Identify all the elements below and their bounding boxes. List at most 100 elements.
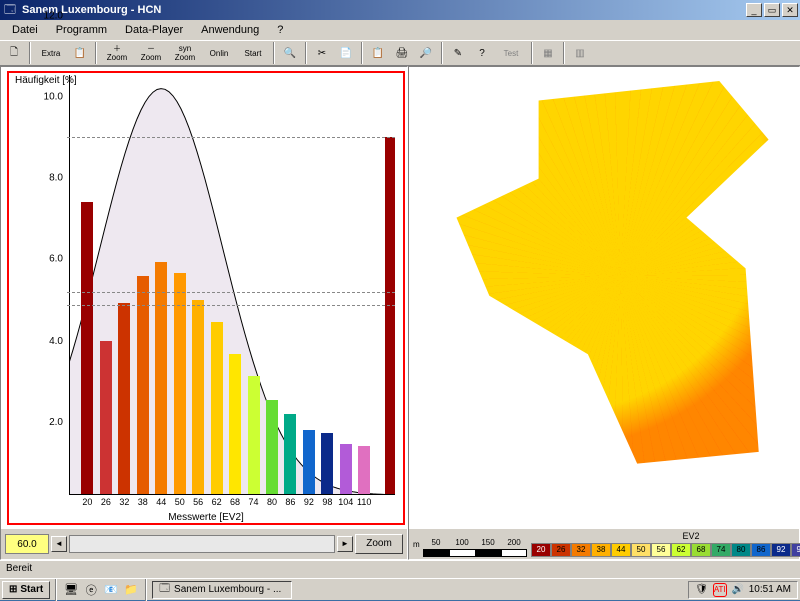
taskbar-app-icon: 🗔 xyxy=(159,581,170,598)
x-tick: 56 xyxy=(193,497,203,507)
x-tick: 62 xyxy=(212,497,222,507)
palette-cell[interactable]: 50 xyxy=(631,543,651,557)
histogram-end-bar xyxy=(385,137,395,495)
window-title: Sanem Luxembourg - HCN xyxy=(22,4,744,16)
x-axis-label: Messwerte [EV2] xyxy=(9,512,403,523)
scale-100: 100 xyxy=(449,538,475,547)
x-tick: 20 xyxy=(82,497,92,507)
x-tick: 86 xyxy=(285,497,295,507)
minimize-button[interactable]: _ xyxy=(746,3,762,17)
scale-200: 200 xyxy=(501,538,527,547)
x-tick: 26 xyxy=(101,497,111,507)
online-button[interactable]: Onlin xyxy=(202,42,236,64)
zoom-syn-button[interactable]: syn Zoom xyxy=(168,42,202,64)
app-icon: 🗔 xyxy=(2,2,18,18)
zoom-in-button[interactable]: ＋ Zoom xyxy=(100,42,134,64)
maximize-button[interactable]: ▭ xyxy=(764,3,780,17)
grid2-icon: ▥ xyxy=(568,42,592,64)
dashed-ref-line xyxy=(67,137,395,138)
copy-icon[interactable]: 📋 xyxy=(68,42,92,64)
menu-anwendung[interactable]: Anwendung xyxy=(193,22,267,38)
preview-icon[interactable]: 🔎 xyxy=(414,42,438,64)
scale-unit: m xyxy=(413,540,423,549)
taskbar-app-button[interactable]: 🗔 Sanem Luxembourg - ... xyxy=(152,581,292,599)
system-tray: 🛡 ATI 🔊 10:51 AM xyxy=(688,581,798,599)
zoom-out-button[interactable]: － Zoom xyxy=(134,42,168,64)
grid1-icon: ▦ xyxy=(536,42,560,64)
quicklaunch-ie-icon[interactable]: ⓔ xyxy=(82,581,100,599)
start-menu-button[interactable]: ⊞ Start xyxy=(2,581,50,599)
toolbar: 🗋Extra📋＋ Zoom－ Zoomsyn ZoomOnlinStart🔍✂📄… xyxy=(0,40,800,66)
start-button[interactable]: Start xyxy=(236,42,270,64)
x-tick: 110 xyxy=(357,497,371,507)
palette-title: EV2 xyxy=(531,531,800,541)
taskbar-app-label: Sanem Luxembourg - ... xyxy=(174,584,281,595)
palette-cell[interactable]: 38 xyxy=(591,543,611,557)
window-titlebar: 🗔 Sanem Luxembourg - HCN _ ▭ ✕ xyxy=(0,0,800,20)
palette-cell[interactable]: 80 xyxy=(731,543,751,557)
x-tick: 104 xyxy=(338,497,353,507)
palette-cell[interactable]: 98 xyxy=(791,543,800,557)
menu-help[interactable]: ? xyxy=(269,22,291,38)
paste-icon: 📋 xyxy=(366,42,390,64)
histogram-bar xyxy=(248,376,260,495)
palette-cell[interactable]: 26 xyxy=(551,543,571,557)
palette-cell[interactable]: 68 xyxy=(691,543,711,557)
tray-clock: 10:51 AM xyxy=(749,584,791,595)
tray-ati-icon[interactable]: ATI xyxy=(713,583,727,597)
histogram-bar xyxy=(284,414,296,495)
tray-volume-icon[interactable]: 🔊 xyxy=(731,583,745,597)
test-button: Test xyxy=(494,42,528,64)
palette-cell[interactable]: 32 xyxy=(571,543,591,557)
help-icon[interactable]: ? xyxy=(470,42,494,64)
histogram-footer: 60.0 ◄ ► Zoom xyxy=(1,529,407,559)
search-icon[interactable]: 🔍 xyxy=(278,42,302,64)
palette-cell[interactable]: 20 xyxy=(531,543,551,557)
new-icon[interactable]: 🗋 xyxy=(2,42,26,64)
y-tick: 14.0 xyxy=(44,0,63,306)
palette-cell[interactable]: 44 xyxy=(611,543,631,557)
copy2-icon: 📄 xyxy=(334,42,358,64)
palette-cell[interactable]: 62 xyxy=(671,543,691,557)
palette-cell[interactable]: 92 xyxy=(771,543,791,557)
current-value-box[interactable]: 60.0 xyxy=(5,534,49,554)
histogram-bar xyxy=(229,354,241,495)
color-palette: 2026323844505662687480869298104110 xyxy=(531,543,800,557)
status-bar: Bereit xyxy=(0,560,800,578)
menu-datei[interactable]: Datei xyxy=(4,22,46,38)
map-footer: m 50 100 150 200 EV2 2026323844505662687… xyxy=(409,529,799,559)
print-icon[interactable]: 🖨 xyxy=(390,42,414,64)
quicklaunch-desktop-icon[interactable]: 🖥 xyxy=(62,581,80,599)
cut-icon[interactable]: ✂ xyxy=(310,42,334,64)
taskbar: ⊞ Start 🖥 ⓔ 📧 📁 🗔 Sanem Luxembourg - ...… xyxy=(0,578,800,600)
histogram-bar xyxy=(358,446,370,495)
dashed-ref-line xyxy=(67,292,395,293)
edit-icon[interactable]: ✎ xyxy=(446,42,470,64)
x-tick: 68 xyxy=(230,497,240,507)
tray-shield-icon[interactable]: 🛡 xyxy=(695,583,709,597)
close-button[interactable]: ✕ xyxy=(782,3,798,17)
quicklaunch-explorer-icon[interactable]: 📁 xyxy=(122,581,140,599)
palette-cell[interactable]: 74 xyxy=(711,543,731,557)
menu-bar: Datei Programm Data-Player Anwendung ? xyxy=(0,20,800,40)
histogram-bar xyxy=(321,433,333,495)
scale-50: 50 xyxy=(423,538,449,547)
histogram-bar xyxy=(340,444,352,495)
zoom-button[interactable]: Zoom xyxy=(355,534,403,554)
menu-data-player[interactable]: Data-Player xyxy=(117,22,191,38)
scale-150: 150 xyxy=(475,538,501,547)
palette-cell[interactable]: 56 xyxy=(651,543,671,557)
quicklaunch-outlook-icon[interactable]: 📧 xyxy=(102,581,120,599)
x-tick: 98 xyxy=(322,497,332,507)
chart-frame: Häufigkeit [%] 2.04.06.08.010.012.014.0 … xyxy=(7,71,405,525)
map-canvas[interactable] xyxy=(413,71,795,525)
scroll-left-button[interactable]: ◄ xyxy=(51,536,67,552)
main-area: Häufigkeit [%] 2.04.06.08.010.012.014.0 … xyxy=(0,66,800,560)
histogram-bar xyxy=(137,276,149,495)
scroll-right-button[interactable]: ► xyxy=(337,536,353,552)
x-tick: 92 xyxy=(304,497,314,507)
scroll-track[interactable] xyxy=(69,535,335,553)
palette-cell[interactable]: 86 xyxy=(751,543,771,557)
start-label: Start xyxy=(20,584,43,595)
histogram-panel: Häufigkeit [%] 2.04.06.08.010.012.014.0 … xyxy=(0,66,408,560)
